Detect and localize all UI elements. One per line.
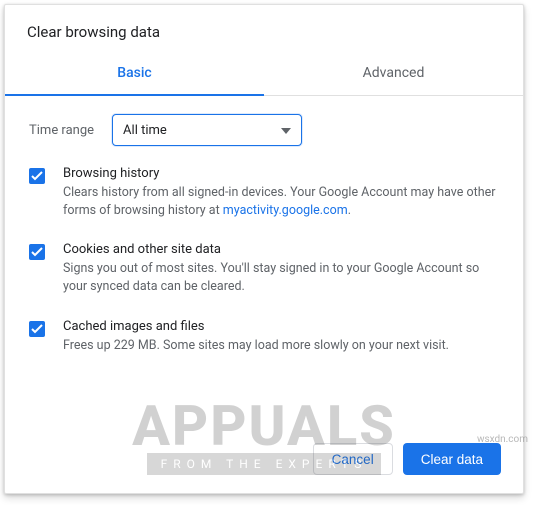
checkbox-cookies[interactable] [29, 244, 45, 260]
option-cached: Cached images and files Frees up 229 MB.… [29, 319, 499, 355]
option-title: Cookies and other site data [63, 242, 499, 257]
chevron-down-icon [281, 123, 291, 138]
dialog-title: Clear browsing data [5, 5, 523, 53]
tab-advanced[interactable]: Advanced [264, 53, 523, 95]
tabs: Basic Advanced [5, 53, 523, 96]
dialog-body: Time range All time Browsing history Cle… [5, 96, 523, 431]
option-cookies: Cookies and other site data Signs you ou… [29, 242, 499, 296]
option-browsing-history: Browsing history Clears history from all… [29, 166, 499, 220]
option-desc: Frees up 229 MB. Some sites may load mor… [63, 337, 499, 355]
option-desc: Clears history from all signed-in device… [63, 184, 499, 220]
source-text: wsxdn.com [477, 434, 528, 445]
clear-browsing-data-dialog: Clear browsing data Basic Advanced Time … [4, 4, 524, 494]
dialog-footer: Cancel Clear data [5, 431, 523, 493]
tab-basic[interactable]: Basic [5, 53, 264, 95]
checkbox-browsing-history[interactable] [29, 168, 45, 184]
time-range-label: Time range [29, 123, 94, 138]
cancel-button[interactable]: Cancel [313, 443, 393, 475]
time-range-select[interactable]: All time [112, 114, 302, 146]
option-title: Browsing history [63, 166, 499, 181]
time-range-row: Time range All time [29, 114, 499, 146]
tab-basic-label: Basic [117, 65, 151, 81]
option-desc: Signs you out of most sites. You'll stay… [63, 260, 499, 296]
checkbox-cached[interactable] [29, 321, 45, 337]
tab-advanced-label: Advanced [363, 65, 425, 81]
myactivity-link[interactable]: myactivity.google.com [223, 203, 348, 218]
time-range-value: All time [123, 123, 167, 138]
clear-data-button[interactable]: Clear data [403, 443, 501, 475]
option-title: Cached images and files [63, 319, 499, 334]
